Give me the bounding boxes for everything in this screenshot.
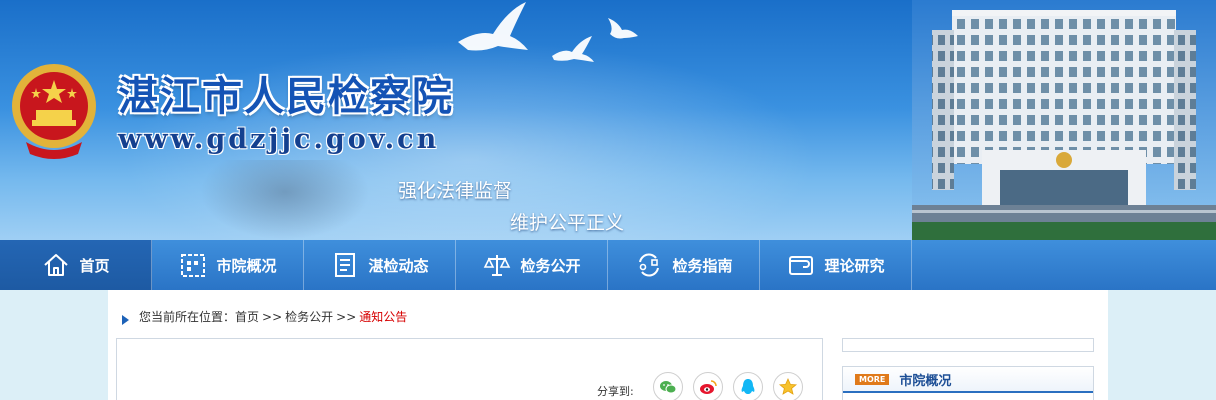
sidebar-section-title: 市院概况 [899, 373, 952, 389]
more-button[interactable]: MORE [855, 373, 890, 385]
breadcrumb-prefix: 您当前所在位置： [139, 310, 236, 324]
nav-item-overview[interactable]: 市院概况 [152, 240, 304, 290]
nav-item-news[interactable]: 湛检动态 [304, 240, 456, 290]
building-image [912, 0, 1216, 240]
share-weibo-button[interactable] [693, 372, 723, 400]
share-qq-button[interactable] [733, 372, 763, 400]
nav-item-label: 检务公开 [520, 256, 581, 275]
article-panel: 分享到: [116, 338, 823, 400]
breadcrumb-link-disclosure[interactable]: 检务公开 [285, 308, 333, 325]
breadcrumb-link-home[interactable]: 首页 [235, 308, 259, 325]
qq-icon [741, 379, 755, 394]
nav-item-label: 理论研究 [824, 256, 885, 275]
national-emblem-icon [12, 64, 96, 159]
main-nav: 首页 市院概况 湛检动态 检务公开 检务指南 理论研究 [0, 240, 1216, 290]
share-qzone-button[interactable] [773, 372, 803, 400]
nav-item-disclosure[interactable]: 检务公开 [456, 240, 608, 290]
sidebar-panel-overview: MORE 市院概况 [842, 366, 1094, 400]
dove-image [458, 2, 528, 51]
site-title: 湛江市人民检察院 [118, 73, 454, 120]
nav-item-home[interactable]: 首页 [0, 240, 152, 290]
nav-item-label: 首页 [79, 256, 110, 275]
document-icon [330, 250, 360, 280]
home-icon [41, 250, 71, 280]
weibo-icon [700, 380, 717, 394]
breadcrumb-arrow-icon [122, 314, 129, 325]
header-banner: 湛江市人民检察院 www.gdzjjc.gov.cn 强化法律监督 维护公平正义 [0, 0, 1216, 240]
grid-icon [178, 250, 208, 280]
nav-item-label: 湛检动态 [368, 256, 429, 275]
qzone-icon [778, 378, 798, 395]
dove-image [608, 18, 638, 39]
dove-image [552, 36, 594, 62]
breadcrumb-current: 通知公告 [359, 310, 408, 324]
share-label: 分享到: [597, 385, 634, 398]
gavel-image [200, 160, 370, 240]
breadcrumb-separator: >> [262, 309, 283, 324]
slogan-line-2: 维护公平正义 [510, 212, 625, 234]
breadcrumb-separator: >> [336, 309, 357, 324]
scale-icon [482, 250, 512, 280]
nav-item-label: 检务指南 [672, 256, 733, 275]
nav-item-label: 市院概况 [216, 256, 277, 275]
share-wechat-button[interactable] [653, 372, 683, 400]
sidebar-panel-header: MORE 市院概况 [843, 367, 1093, 393]
wallet-icon [786, 250, 816, 280]
nav-item-guide[interactable]: 检务指南 [608, 240, 760, 290]
content-area: 您当前所在位置： 首页 >> 检务公开 >> 通知公告 分享到: MORE 市院… [108, 290, 1108, 400]
nav-item-research[interactable]: 理论研究 [760, 240, 912, 290]
breadcrumb: 您当前所在位置： 首页 >> 检务公开 >> 通知公告 [122, 308, 407, 325]
slogan-line-1: 强化法律监督 [398, 180, 513, 202]
site-url: www.gdzjjc.gov.cn [118, 124, 440, 155]
sidebar-panel-top [842, 338, 1094, 352]
guide-icon [634, 250, 664, 280]
wechat-icon [660, 381, 677, 394]
